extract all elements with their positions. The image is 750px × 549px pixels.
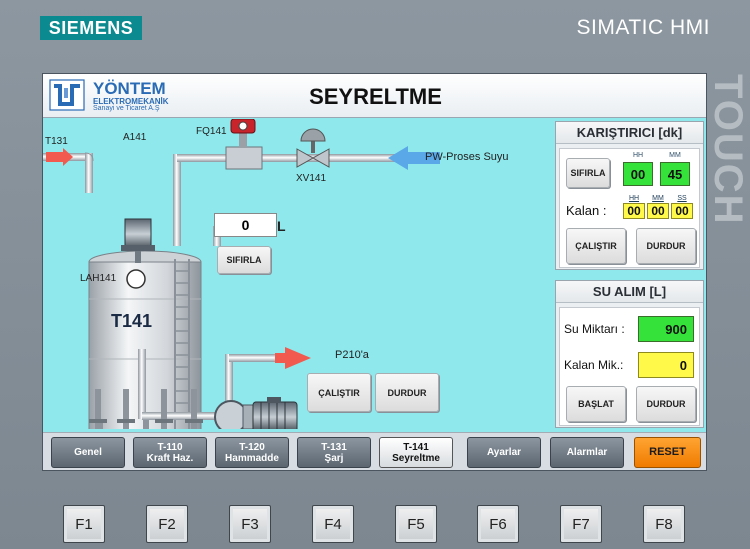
mixer-remaining-minutes: 00 xyxy=(647,203,669,219)
mixer-start-button[interactable]: ÇALIŞTIR xyxy=(566,228,626,264)
valve-actuator-icon xyxy=(300,128,326,142)
nav-genel[interactable]: Genel xyxy=(51,437,125,468)
function-key-f5[interactable]: F5 xyxy=(395,505,437,543)
nav-label: T-141 xyxy=(403,441,429,453)
process-diagram: T131 A141 FQ141 XV141 LAH141 T141 PW-Pro… xyxy=(43,119,553,429)
valve-tag: XV141 xyxy=(296,173,327,184)
mixer-stop-button[interactable]: DURDUR xyxy=(636,228,696,264)
nav-label: Genel xyxy=(74,447,102,458)
function-key-f4[interactable]: F4 xyxy=(312,505,354,543)
nav-sublabel: Hammadde xyxy=(225,452,279,464)
level-switch-tag: LAH141 xyxy=(80,273,117,284)
mixer-remaining-seconds: 00 xyxy=(671,203,693,219)
nav-t141[interactable]: T-141 Seyreltme xyxy=(379,437,453,468)
nav-t131[interactable]: T-131 Şarj xyxy=(297,437,371,468)
water-remaining-display: 0 xyxy=(638,352,694,378)
water-panel-title: SU ALIM [L] xyxy=(556,281,703,303)
nav-sublabel: Seyreltme xyxy=(392,452,440,464)
process-graphic xyxy=(43,119,440,429)
hmi-bezel-top: SIEMENS SIMATIC HMI xyxy=(0,0,750,70)
page-title: SEYRELTME xyxy=(309,84,442,109)
supply-label: PW-Proses Suyu xyxy=(425,151,509,163)
outlet-label: P210'a xyxy=(335,349,369,361)
water-panel-body: Su Miktarı : 900 Kalan Mik.: 0 BAŞLAT DU… xyxy=(559,307,700,426)
flow-reset-button[interactable]: SIFIRLA xyxy=(217,246,271,274)
function-key-f6[interactable]: F6 xyxy=(477,505,519,543)
water-start-button[interactable]: BAŞLAT xyxy=(566,386,626,422)
pump-stop-button[interactable]: DURDUR xyxy=(375,373,439,412)
function-key-f8[interactable]: F8 xyxy=(643,505,685,543)
nav-label: RESET xyxy=(649,446,686,458)
function-key-f3[interactable]: F3 xyxy=(229,505,271,543)
set-hh-label: HH xyxy=(632,152,644,159)
nav-label: T-120 xyxy=(239,441,265,453)
mixer-remaining-label: Kalan : xyxy=(566,203,607,218)
flowmeter-body xyxy=(225,146,263,170)
nav-label: Ayarlar xyxy=(486,447,522,458)
inlet-tag: T131 xyxy=(45,136,68,147)
mixer-motor-icon xyxy=(124,218,152,250)
rem-mm-label: MM xyxy=(652,195,664,202)
nav-t120[interactable]: T-120 Hammadde xyxy=(215,437,289,468)
function-key-f2[interactable]: F2 xyxy=(146,505,188,543)
touch-side-label: TOUCH xyxy=(706,74,750,226)
water-stop-button[interactable]: DURDUR xyxy=(636,386,696,422)
hmi-screen: YÖNTEM ELEKTROMEKANİK Sanayi ve Ticaret … xyxy=(42,73,707,471)
water-amount-input[interactable]: 900 xyxy=(638,316,694,342)
water-intake-panel: SU ALIM [L] Su Miktarı : 900 Kalan Mik.:… xyxy=(555,280,704,428)
nav-alarmlar[interactable]: Alarmlar xyxy=(550,437,624,468)
pump-start-button[interactable]: ÇALIŞTIR xyxy=(307,373,371,412)
level-switch-icon xyxy=(126,269,146,289)
screen-nav-bar: Genel T-110 Kraft Haz. T-120 Hammadde T-… xyxy=(43,432,706,470)
mixer-set-hours[interactable]: 00 xyxy=(623,162,653,186)
nav-ayarlar[interactable]: Ayarlar xyxy=(467,437,541,468)
mixer-panel-body: SIFIRLA HH MM 00 45 Kalan : HH MM SS 00 … xyxy=(559,148,700,268)
rem-hh-label: HH xyxy=(628,195,640,202)
water-remaining-label: Kalan Mik.: xyxy=(564,358,624,372)
tank-tag: T141 xyxy=(111,311,153,331)
mixer-panel-title: KARIŞTIRICI [dk] xyxy=(556,122,703,144)
mixer-remaining-hours: 00 xyxy=(623,203,645,219)
simatic-hmi-label: SIMATIC HMI xyxy=(576,16,710,39)
nav-label: T-131 xyxy=(321,441,347,453)
mixer-reset-button[interactable]: SIFIRLA xyxy=(566,158,610,188)
valve-icon xyxy=(296,148,315,168)
siemens-logo: SIEMENS xyxy=(40,16,142,40)
reset-button[interactable]: RESET xyxy=(634,437,701,468)
tank-t141 xyxy=(88,261,202,429)
nav-t110[interactable]: T-110 Kraft Haz. xyxy=(133,437,207,468)
nav-label: T-110 xyxy=(157,441,183,453)
function-key-f7[interactable]: F7 xyxy=(560,505,602,543)
title-bar: YÖNTEM ELEKTROMEKANİK Sanayi ve Ticaret … xyxy=(43,74,706,118)
inlet-arrow-icon xyxy=(46,148,73,166)
flowmeter-tag: FQ141 xyxy=(196,126,227,137)
mixer-set-minutes[interactable]: 45 xyxy=(660,162,690,186)
flow-unit: L xyxy=(277,218,286,234)
nav-label: Alarmlar xyxy=(566,447,608,458)
function-key-f1[interactable]: F1 xyxy=(63,505,105,543)
mixer-tag: A141 xyxy=(123,132,147,143)
rem-ss-label: SS xyxy=(677,195,687,202)
mixer-panel: KARIŞTIRICI [dk] SIFIRLA HH MM 00 45 Kal… xyxy=(555,121,704,270)
nav-sublabel: Kraft Haz. xyxy=(146,452,194,464)
set-mm-label: MM xyxy=(669,152,681,159)
water-amount-label: Su Miktarı : xyxy=(564,322,625,336)
nav-sublabel: Şarj xyxy=(324,452,344,464)
flow-total-display: 0 xyxy=(214,213,277,237)
